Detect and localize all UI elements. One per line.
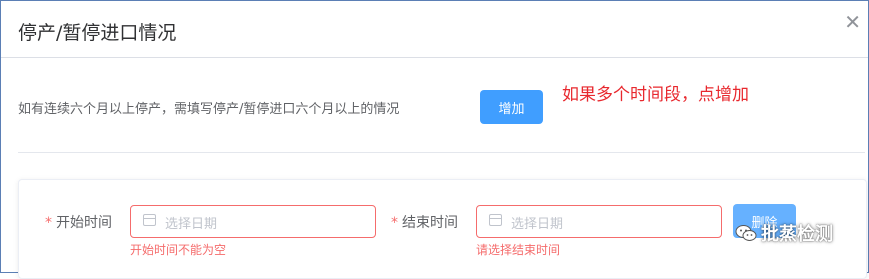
calendar-icon xyxy=(143,214,156,226)
notice-text: 如有连续六个月以上停产，需填写停产/暂停进口六个月以上的情况 xyxy=(18,102,400,117)
header-divider xyxy=(1,57,868,58)
calendar-icon xyxy=(489,214,502,226)
start-time-label-text: 开始时间 xyxy=(56,215,112,231)
start-date-placeholder: 选择日期 xyxy=(165,217,218,232)
end-time-label-text: 结束时间 xyxy=(402,215,458,231)
end-date-placeholder: 选择日期 xyxy=(511,217,564,232)
end-time-error: 请选择结束时间 xyxy=(476,243,561,257)
dialog-title: 停产/暂停进口情况 xyxy=(18,22,177,44)
close-icon[interactable]: ✕ xyxy=(844,12,861,32)
end-time-label: * 结束时间 xyxy=(391,212,458,232)
start-date-input[interactable]: 选择日期 xyxy=(130,205,376,238)
section-divider xyxy=(18,152,865,153)
watermark-text: 批蒸检测 xyxy=(761,224,833,245)
watermark: 批蒸检测 xyxy=(735,220,833,246)
annotation-text: 如果多个时间段，点增加 xyxy=(562,85,749,105)
add-button[interactable]: 增加 xyxy=(480,90,543,124)
required-mark: * xyxy=(391,215,398,231)
wechat-logo-icon xyxy=(735,225,757,241)
start-time-error: 开始时间不能为空 xyxy=(130,243,227,257)
start-time-label: * 开始时间 xyxy=(45,212,112,232)
end-date-input[interactable]: 选择日期 xyxy=(476,205,722,238)
required-mark: * xyxy=(45,215,52,231)
